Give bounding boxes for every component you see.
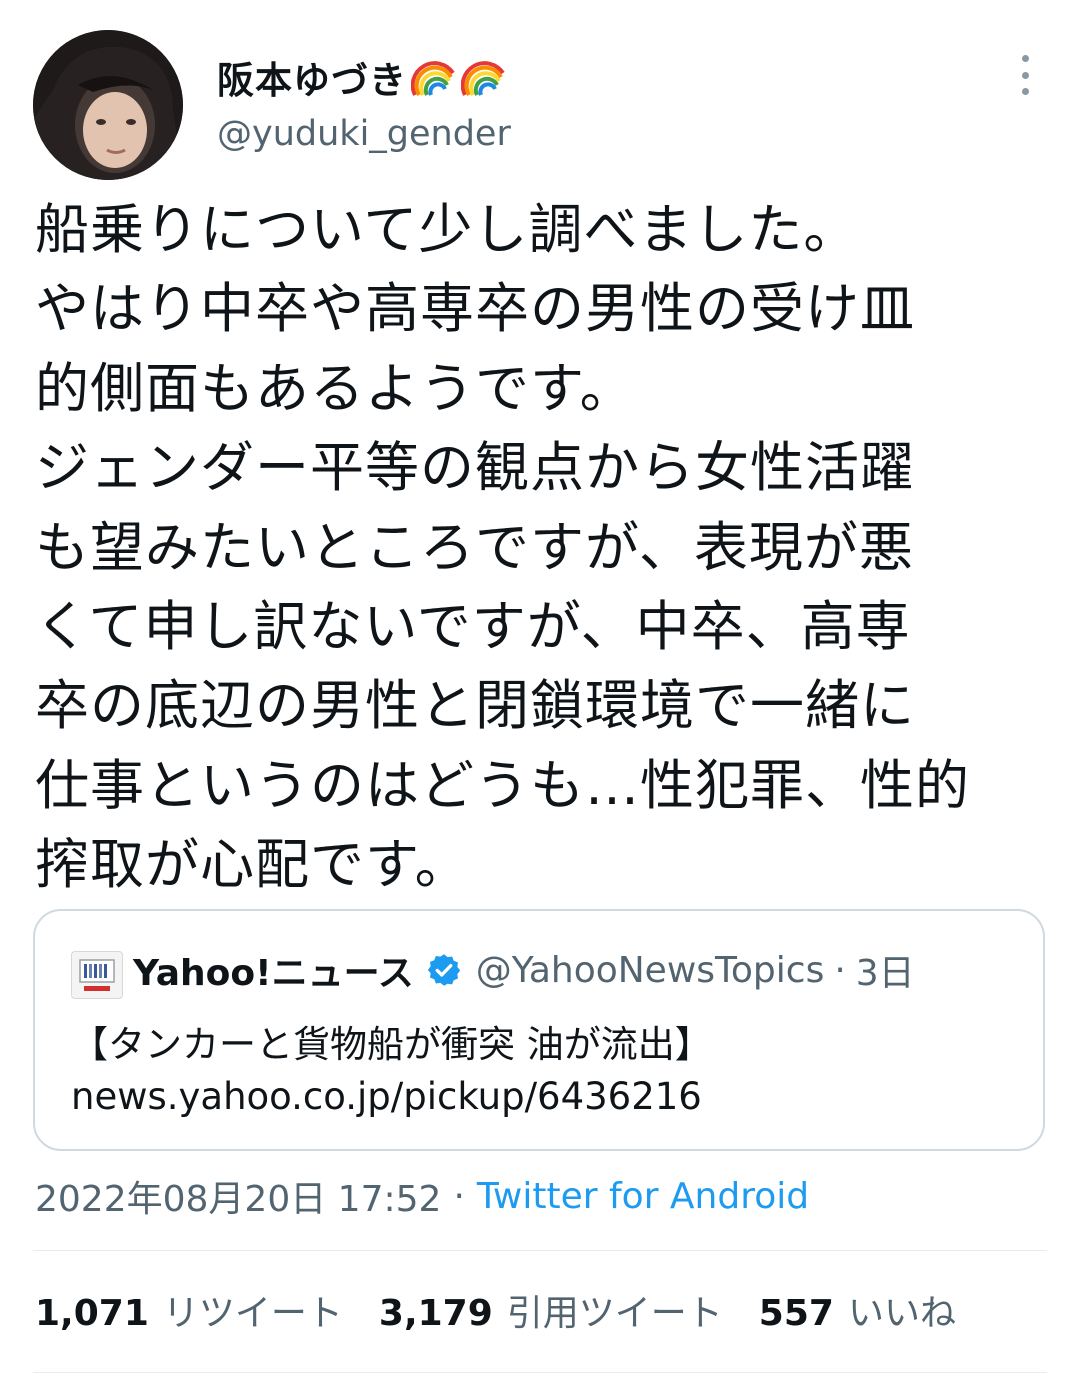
rainbow-emoji-icon xyxy=(411,61,455,96)
quote-tweet-label: 引用ツイート xyxy=(506,1293,723,1334)
retweets-stat[interactable]: 1,071 リツイート xyxy=(35,1284,343,1336)
quoted-handle: @YahooNewsTopics xyxy=(475,949,825,991)
avatar-image xyxy=(33,30,183,180)
yahoo-news-logo xyxy=(71,951,123,999)
quoted-tweet-header: Yahoo!ニュース @YahooNewsTopics · 3日 xyxy=(133,944,915,996)
more-vertical-icon[interactable] xyxy=(1010,55,1040,95)
quoted-display-name: Yahoo!ニュース xyxy=(133,953,414,994)
tweet-text: 船乗りについて少し調べました。 やはり中卒や高専卒の男性の受け皿 的側面もあるよ… xyxy=(35,198,970,897)
divider xyxy=(33,1250,1047,1251)
quote-tweet-count: 3,179 xyxy=(378,1293,493,1334)
quote-tweets-stat[interactable]: 3,179 引用ツイート xyxy=(379,1284,723,1336)
meta-separator: · xyxy=(453,1175,465,1217)
quoted-time: 3日 xyxy=(855,953,915,994)
display-name-text: 阪本ゆづき xyxy=(217,59,407,102)
display-name[interactable]: 阪本ゆづき xyxy=(217,50,507,104)
tweet-source-link[interactable]: Twitter for Android xyxy=(477,1176,809,1217)
rainbow-emoji-icon xyxy=(461,61,505,96)
likes-stat[interactable]: 557 いいね xyxy=(759,1284,956,1336)
tweet-stats: 1,071 リツイート 3,179 引用ツイート 557 いいね xyxy=(35,1285,992,1335)
retweet-count: 1,071 xyxy=(35,1293,149,1334)
retweet-label: リツイート xyxy=(162,1293,343,1334)
verified-badge-icon xyxy=(427,954,460,986)
quoted-tweet-card[interactable]: Yahoo!ニュース @YahooNewsTopics · 3日 【タンカーと貨… xyxy=(33,909,1045,1151)
like-count: 557 xyxy=(758,1293,834,1334)
quoted-tweet-title: 【タンカーと貨物船が衝突 油が流出】 xyxy=(71,1023,712,1066)
quoted-separator: · xyxy=(834,949,846,991)
divider xyxy=(33,1372,1047,1373)
quoted-tweet-link[interactable]: news.yahoo.co.jp/pickup/6436216 xyxy=(71,1075,702,1118)
tweet-meta: 2022年08月20日 17:52 · Twitter for Android xyxy=(35,1170,809,1222)
user-handle[interactable]: @yuduki_gender xyxy=(217,114,511,154)
avatar[interactable] xyxy=(33,30,183,180)
tweet-timestamp[interactable]: 2022年08月20日 17:52 xyxy=(35,1170,441,1222)
like-label: いいね xyxy=(847,1293,956,1334)
